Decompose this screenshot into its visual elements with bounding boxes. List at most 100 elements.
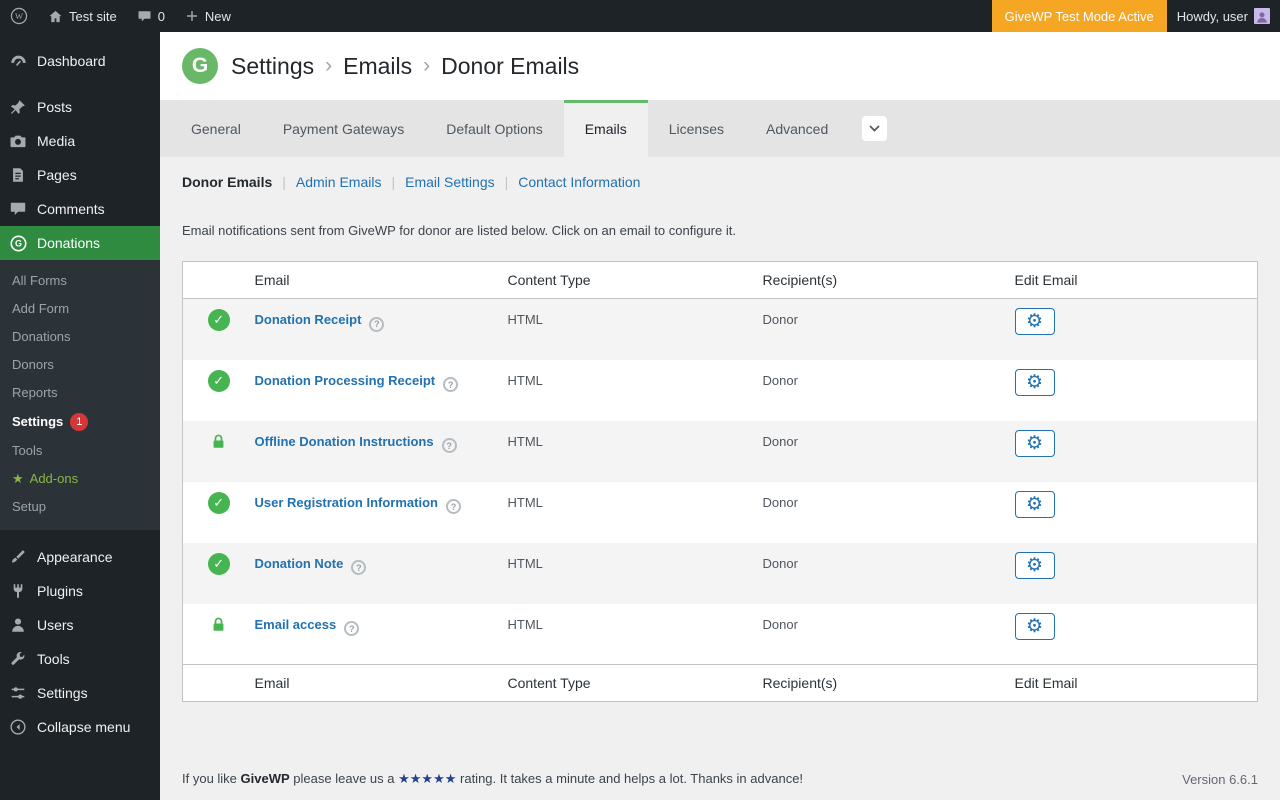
sidebar-item-tools[interactable]: Tools (0, 642, 160, 676)
help-icon[interactable]: ? (369, 316, 385, 332)
status-column-header (182, 261, 255, 299)
help-icon[interactable]: ? (443, 377, 459, 392)
update-count-badge: 1 (70, 413, 89, 431)
emails-subnav: Donor Emails | Admin Emails | Email Sett… (182, 174, 1258, 190)
divider (0, 530, 160, 540)
email-column-footer: Email (254, 664, 508, 702)
givewp-settings-header: G Settings › Emails › Donor Emails (160, 32, 1280, 100)
edit-email-button[interactable]: ⚙ (1014, 490, 1055, 518)
sidebar-item-users[interactable]: Users (0, 608, 160, 642)
edit-email-button[interactable]: ⚙ (1014, 368, 1055, 396)
admin-bar: W Test site 0 New GiveWP Test Mode Activ… (0, 0, 1280, 32)
rating-stars-link[interactable]: ★★★★★ (398, 771, 456, 786)
subnav-admin-emails[interactable]: Admin Emails (296, 174, 382, 190)
subnav-contact-information[interactable]: Contact Information (518, 174, 640, 190)
collapse-arrow-icon (8, 717, 28, 737)
submenu-item-add-form[interactable]: Add Form (0, 295, 160, 323)
table-row: ✓ Donation Note? HTML Donor ⚙ (182, 542, 1258, 604)
edit-email-button[interactable]: ⚙ (1014, 308, 1055, 335)
home-icon (49, 10, 62, 22)
chevron-separator: › (423, 54, 431, 77)
lock-icon (209, 615, 228, 634)
content-type-column-footer: Content Type (507, 664, 763, 702)
admin-sidebar: Dashboard Posts Media Pages Comments G D… (0, 32, 160, 800)
recipients-cell: Donor (762, 433, 798, 449)
settings-tab-bar: General Payment Gateways Default Options… (160, 100, 1280, 157)
submenu-item-all-forms[interactable]: All Forms (0, 267, 160, 295)
submenu-item-settings[interactable]: Settings 1 (0, 407, 160, 437)
sidebar-item-posts[interactable]: Posts (0, 90, 160, 124)
email-link[interactable]: Donation Note (255, 556, 344, 571)
table-row: ✓ Donation Processing Receipt? HTML Dono… (183, 360, 1258, 421)
gear-icon: ⚙ (1025, 615, 1044, 637)
sidebar-item-pages[interactable]: Pages (0, 158, 160, 192)
givewp-logo: G (182, 48, 218, 84)
email-column-header: Email (254, 261, 508, 299)
collapse-menu-button[interactable]: Collapse menu (0, 710, 160, 744)
wordpress-logo-icon[interactable]: W (0, 0, 38, 32)
tab-default-options[interactable]: Default Options (425, 100, 564, 157)
help-icon[interactable]: ? (344, 621, 360, 636)
section-description: Email notifications sent from GiveWP for… (182, 223, 736, 238)
submenu-item-donors[interactable]: Donors (0, 351, 160, 379)
dashboard-icon (8, 51, 28, 71)
comments-shortcut[interactable]: 0 (127, 0, 175, 32)
submenu-item-donations[interactable]: Donations (0, 323, 160, 351)
breadcrumb-donor-emails: Donor Emails (441, 52, 580, 79)
admin-bar-right: GiveWP Test Mode Active Howdy, user (991, 0, 1280, 32)
table-footer-row: Email Content Type Recipient(s) Edit Ema… (182, 664, 1258, 702)
donor-emails-table: Email Content Type Recipient(s) Edit Ema… (182, 261, 1258, 702)
tab-emails[interactable]: Emails (563, 100, 648, 157)
tab-licenses[interactable]: Licenses (648, 100, 745, 157)
howdy-account-menu[interactable]: Howdy, user (1167, 0, 1280, 32)
email-link[interactable]: Donation Processing Receipt (255, 373, 436, 388)
tab-general[interactable]: General (170, 100, 262, 157)
help-icon[interactable]: ? (351, 560, 367, 575)
sidebar-item-comments[interactable]: Comments (0, 192, 160, 226)
comment-bubble-icon (138, 10, 151, 21)
edit-email-button[interactable]: ⚙ (1014, 612, 1055, 640)
edit-email-button[interactable]: ⚙ (1014, 429, 1055, 457)
enabled-check-icon: ✓ (207, 369, 230, 392)
email-link[interactable]: Email access (255, 617, 337, 632)
content-type-cell: HTML (507, 494, 543, 510)
footer-rating-text: If you like GiveWP please leave us a ★★★… (182, 771, 804, 786)
sidebar-item-dashboard[interactable]: Dashboard (0, 44, 160, 78)
plus-icon (187, 11, 197, 21)
sidebar-item-settings[interactable]: Settings (0, 676, 160, 710)
help-icon[interactable]: ? (445, 499, 461, 514)
gear-icon: ⚙ (1025, 371, 1044, 393)
submenu-item-setup[interactable]: Setup (0, 493, 160, 521)
sidebar-item-donations[interactable]: G Donations (0, 226, 160, 260)
tabs-overflow-button[interactable] (862, 116, 888, 141)
brush-icon (8, 547, 28, 567)
chevron-down-icon (869, 125, 880, 132)
help-icon[interactable]: ? (441, 438, 457, 453)
sidebar-item-plugins[interactable]: Plugins (0, 574, 160, 608)
subnav-donor-emails: Donor Emails (182, 174, 273, 190)
site-name-link[interactable]: Test site (38, 0, 127, 32)
recipients-cell: Donor (762, 616, 798, 632)
pin-icon (8, 97, 28, 117)
table-header-row: Email Content Type Recipient(s) Edit Ema… (182, 261, 1258, 299)
email-link[interactable]: Donation Receipt (255, 312, 362, 327)
table-row: Offline Donation Instructions? HTML Dono… (182, 420, 1258, 482)
user-icon (8, 615, 28, 635)
sidebar-item-media[interactable]: Media (0, 124, 160, 158)
sidebar-item-appearance[interactable]: Appearance (0, 540, 160, 574)
breadcrumb-settings[interactable]: Settings (231, 53, 314, 80)
new-content-button[interactable]: New (175, 0, 241, 32)
submenu-item-tools[interactable]: Tools (0, 437, 160, 465)
email-link[interactable]: Offline Donation Instructions (255, 434, 434, 449)
breadcrumb-emails[interactable]: Emails (343, 53, 412, 80)
givewp-test-mode-badge[interactable]: GiveWP Test Mode Active (991, 0, 1167, 32)
subnav-email-settings[interactable]: Email Settings (405, 174, 494, 190)
edit-email-button[interactable]: ⚙ (1014, 551, 1055, 579)
email-link[interactable]: User Registration Information (255, 495, 438, 510)
submenu-item-addons[interactable]: ★ Add-ons (0, 465, 160, 493)
tab-advanced[interactable]: Advanced (745, 100, 849, 157)
submenu-item-reports[interactable]: Reports (0, 379, 160, 407)
divider: | (504, 174, 509, 190)
tab-payment-gateways[interactable]: Payment Gateways (262, 100, 425, 157)
recipients-cell: Donor (762, 494, 798, 510)
